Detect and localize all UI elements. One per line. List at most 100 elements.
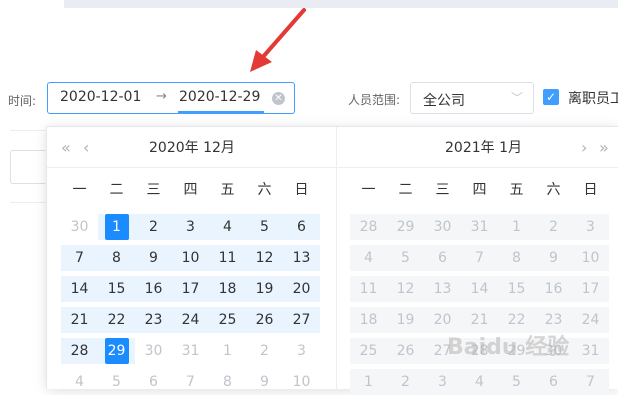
day-cell[interactable]: 11 (209, 245, 246, 271)
day-cell[interactable]: 14 (461, 276, 498, 302)
include-left-label[interactable]: 离职员工 (568, 88, 618, 108)
day-cell[interactable]: 17 (172, 276, 209, 302)
day-cell[interactable]: 23 (135, 307, 172, 333)
day-cell[interactable]: 5 (498, 369, 535, 395)
right-month-title: 2021年 1月 (445, 140, 522, 156)
day-cell[interactable]: 13 (424, 276, 461, 302)
day-cell[interactable]: 5 (98, 369, 135, 395)
day-cell[interactable]: 7 (172, 369, 209, 395)
day-cell[interactable]: 28 (61, 338, 98, 364)
day-cell[interactable]: 26 (246, 307, 283, 333)
day-cell[interactable]: 31 (461, 214, 498, 240)
day-cell[interactable]: 17 (572, 276, 609, 302)
day-cell[interactable]: 15 (498, 276, 535, 302)
day-cell[interactable]: 15 (98, 276, 135, 302)
day-cell[interactable]: 31 (172, 338, 209, 364)
day-cell[interactable]: 22 (98, 307, 135, 333)
weekday-header: 五 (220, 182, 235, 198)
day-cell[interactable]: 1 (98, 214, 135, 240)
day-cell[interactable]: 25 (209, 307, 246, 333)
day-cell[interactable]: 2 (535, 214, 572, 240)
day-cell[interactable]: 16 (135, 276, 172, 302)
day-cell[interactable]: 1 (350, 369, 387, 395)
day-cell[interactable]: 12 (387, 276, 424, 302)
day-cell[interactable]: 7 (572, 369, 609, 395)
day-cell[interactable]: 8 (98, 245, 135, 271)
scope-select[interactable]: 全公司 ﹀ (410, 82, 534, 114)
day-cell[interactable]: 2 (246, 338, 283, 364)
header-divider (47, 167, 618, 168)
day-cell[interactable]: 3 (172, 214, 209, 240)
day-cell[interactable]: 29 (387, 214, 424, 240)
day-cell[interactable]: 29 (98, 338, 135, 364)
day-cell[interactable]: 25 (350, 338, 387, 364)
date-range-input[interactable]: 2020-12-01 → 2020-12-29 ✕ (47, 82, 295, 114)
day-cell[interactable]: 4 (350, 245, 387, 271)
day-cell[interactable]: 31 (572, 338, 609, 364)
day-cell[interactable]: 30 (424, 214, 461, 240)
day-cell[interactable]: 13 (283, 245, 320, 271)
day-cell[interactable]: 1 (209, 338, 246, 364)
day-cell[interactable]: 4 (461, 369, 498, 395)
day-cell[interactable]: 8 (209, 369, 246, 395)
day-cell[interactable]: 3 (283, 338, 320, 364)
day-cell[interactable]: 28 (350, 214, 387, 240)
day-cell[interactable]: 14 (61, 276, 98, 302)
prev-month-icon[interactable]: ‹ (83, 138, 89, 157)
weekday-header: 三 (435, 182, 450, 198)
day-cell[interactable]: 1 (498, 214, 535, 240)
watermark: Baidu 经验 (447, 335, 570, 360)
day-cell[interactable]: 27 (283, 307, 320, 333)
day-cell[interactable]: 24 (572, 307, 609, 333)
include-left-checkbox[interactable]: ✓ (543, 89, 559, 105)
day-cell[interactable]: 24 (172, 307, 209, 333)
range-start-value[interactable]: 2020-12-01 (60, 89, 141, 105)
day-cell[interactable]: 7 (461, 245, 498, 271)
day-cell[interactable]: 9 (246, 369, 283, 395)
day-cell[interactable]: 30 (61, 214, 98, 240)
next-year-icon[interactable]: » (599, 138, 609, 157)
weekday-header: 二 (109, 182, 124, 198)
day-cell[interactable]: 4 (61, 369, 98, 395)
day-cell[interactable]: 3 (572, 214, 609, 240)
left-month-title: 2020年 12月 (149, 140, 235, 156)
clear-icon[interactable]: ✕ (272, 92, 285, 105)
day-cell[interactable]: 10 (172, 245, 209, 271)
day-cell[interactable]: 9 (535, 245, 572, 271)
weekday-header: 六 (257, 182, 272, 198)
day-cell[interactable]: 21 (61, 307, 98, 333)
day-cell[interactable]: 18 (209, 276, 246, 302)
day-cell[interactable]: 8 (498, 245, 535, 271)
day-cell[interactable]: 6 (135, 369, 172, 395)
day-cell[interactable]: 4 (209, 214, 246, 240)
day-cell[interactable]: 30 (135, 338, 172, 364)
calendar-divider (336, 127, 337, 389)
day-cell[interactable]: 3 (424, 369, 461, 395)
day-cell[interactable]: 10 (283, 369, 320, 395)
day-cell[interactable]: 19 (387, 307, 424, 333)
time-label: 时间: (8, 94, 37, 108)
range-separator: → (156, 89, 167, 104)
day-cell[interactable]: 6 (424, 245, 461, 271)
weekday-header: 四 (183, 182, 198, 198)
day-cell[interactable]: 5 (387, 245, 424, 271)
day-cell[interactable]: 6 (283, 214, 320, 240)
next-month-icon[interactable]: › (581, 138, 587, 157)
day-cell[interactable]: 18 (350, 307, 387, 333)
prev-year-icon[interactable]: « (61, 138, 71, 157)
day-cell[interactable]: 16 (535, 276, 572, 302)
day-cell[interactable]: 9 (135, 245, 172, 271)
day-cell[interactable]: 20 (283, 276, 320, 302)
day-cell[interactable]: 12 (246, 245, 283, 271)
day-cell[interactable]: 10 (572, 245, 609, 271)
chevron-down-icon: ﹀ (510, 91, 523, 105)
day-cell[interactable]: 2 (135, 214, 172, 240)
day-cell[interactable]: 6 (535, 369, 572, 395)
day-cell[interactable]: 19 (246, 276, 283, 302)
day-cell[interactable]: 26 (387, 338, 424, 364)
day-cell[interactable]: 7 (61, 245, 98, 271)
range-end-value[interactable]: 2020-12-29 (179, 89, 260, 105)
day-cell[interactable]: 11 (350, 276, 387, 302)
day-cell[interactable]: 2 (387, 369, 424, 395)
day-cell[interactable]: 5 (246, 214, 283, 240)
